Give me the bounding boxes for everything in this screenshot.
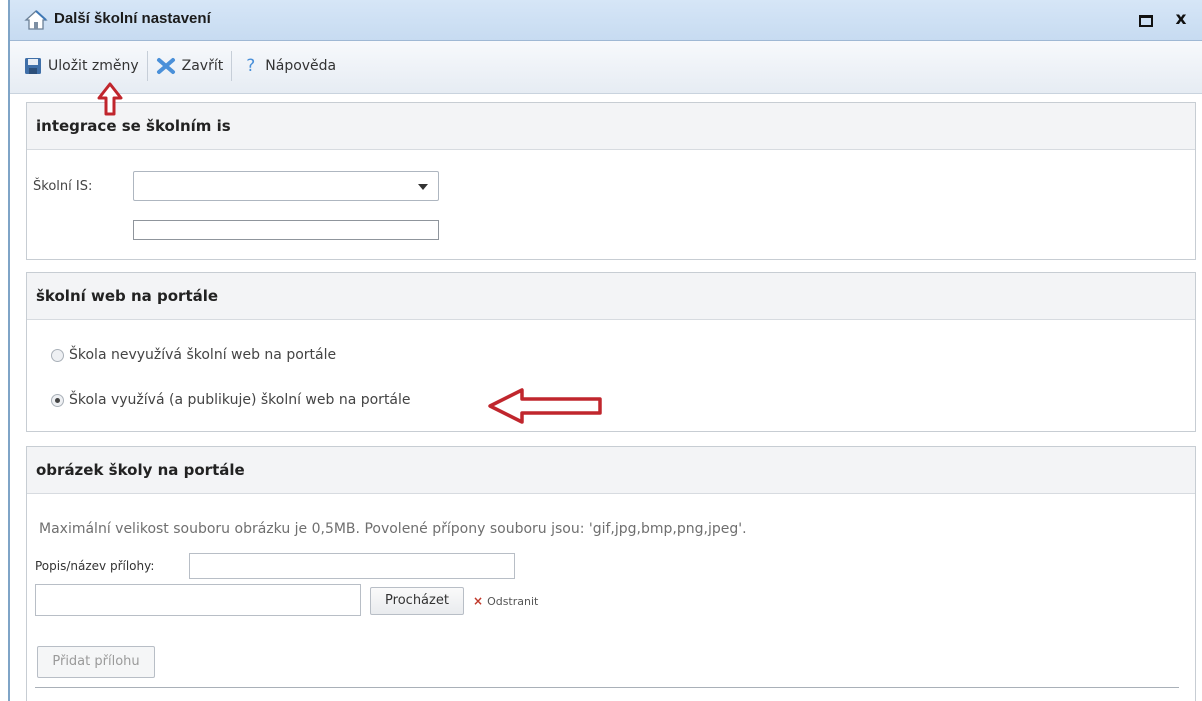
file-path-input[interactable] xyxy=(35,584,361,616)
window-title: Další školní nastavení xyxy=(54,10,211,27)
add-attachment-button[interactable]: Přidat přílohu xyxy=(37,646,155,678)
floppy-disk-icon xyxy=(25,58,41,74)
image-heading: obrázek školy na portále xyxy=(27,447,1195,494)
save-button[interactable]: Uložit změny xyxy=(16,50,147,82)
image-info-text: Maximální velikost souboru obrázku je 0,… xyxy=(39,521,747,537)
remove-label: Odstranit xyxy=(487,594,539,608)
web-panel: školní web na portále Škola nevyužívá šk… xyxy=(26,272,1196,432)
school-is-label: Školní IS: xyxy=(33,179,93,194)
radio-not-used[interactable] xyxy=(51,348,64,362)
title-bar: Další školní nastavení x xyxy=(10,0,1202,41)
web-option-not-used[interactable]: Škola nevyužívá školní web na portále xyxy=(51,347,336,363)
image-panel: obrázek školy na portále Maximální velik… xyxy=(26,446,1196,701)
close-window-button[interactable]: x xyxy=(1170,8,1192,30)
remove-x-icon: × xyxy=(473,594,484,608)
remove-attachment-link[interactable]: × Odstranit xyxy=(473,594,538,608)
close-x-icon xyxy=(156,58,175,74)
integration-heading: integrace se školním is xyxy=(27,103,1195,150)
panel-divider xyxy=(35,687,1179,688)
maximize-icon xyxy=(1139,15,1153,27)
home-icon xyxy=(24,10,48,30)
web-option-not-used-label: Škola nevyužívá školní web na portále xyxy=(69,347,337,363)
web-option-used[interactable]: Škola využívá (a publikuje) školní web n… xyxy=(51,392,411,408)
close-button[interactable]: Zavřít xyxy=(148,50,232,82)
toolbar: Uložit změny Zavřít ? Nápověda xyxy=(10,41,1202,94)
save-label: Uložit změny xyxy=(48,58,139,74)
school-is-extra-field[interactable] xyxy=(133,220,439,240)
browse-button[interactable]: Procházet xyxy=(370,587,464,615)
help-question-icon: ? xyxy=(246,56,256,76)
description-input[interactable] xyxy=(189,553,515,579)
radio-used[interactable] xyxy=(51,393,64,407)
integration-panel: integrace se školním is Školní IS: xyxy=(26,102,1196,260)
help-label: Nápověda xyxy=(265,58,337,74)
web-heading: školní web na portále xyxy=(27,273,1195,320)
annotation-arrow-left-icon xyxy=(488,388,602,424)
dialog-window: Další školní nastavení x Uložit změny Za… xyxy=(8,0,1202,701)
chevron-down-icon xyxy=(418,184,428,190)
annotation-arrow-up-icon xyxy=(97,82,123,116)
help-button[interactable]: ? Nápověda xyxy=(232,50,344,82)
close-label: Zavřít xyxy=(181,58,224,74)
web-option-used-label: Škola využívá (a publikuje) školní web n… xyxy=(69,392,411,408)
description-label: Popis/název přílohy: xyxy=(35,559,155,573)
school-is-select[interactable] xyxy=(133,171,439,201)
maximize-button[interactable] xyxy=(1134,8,1156,30)
